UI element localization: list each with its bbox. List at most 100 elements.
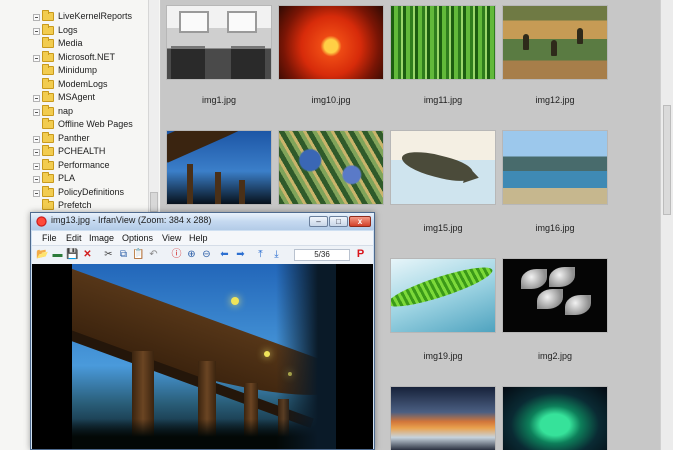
thumbnail-img12[interactable] [503,6,607,79]
folder-icon [42,64,54,75]
menu-file[interactable]: File [42,231,57,245]
expand-toggle-icon[interactable] [33,135,40,143]
thumbnail-img15[interactable] [391,131,495,204]
folder-icon [42,131,54,143]
thumbnail-detail [577,28,583,44]
folder-tree-item[interactable]: PCHEALTH [0,145,150,159]
menu-view[interactable]: View [162,231,181,245]
info-icon[interactable]: ⓘ [170,248,183,261]
folder-icon [42,199,54,210]
expand-toggle-icon[interactable] [33,14,40,21]
folder-icon [42,158,54,170]
folder-tree-list: LiveKernelReports Logs Media Microsoft.NET M… [0,10,150,226]
open-icon[interactable]: 📂 [36,248,49,261]
zoom-out-icon[interactable]: ⊖ [200,248,213,261]
folder-tree-item[interactable]: Logs [0,23,150,38]
thumbnail-detail [537,289,563,309]
thumbnail-img13[interactable] [167,131,271,204]
previous-icon[interactable]: ⬅ [218,248,231,261]
menu-options[interactable]: Options [122,231,153,245]
folder-tree-item[interactable]: Media [0,37,150,51]
maximize-button[interactable]: □ [329,216,348,227]
menu-bar: File Edit Image Options View Help [32,231,373,245]
folder-tree-item[interactable]: PLA [0,172,150,186]
thumbnail-grid-scrollbar[interactable] [660,0,673,450]
thumbnail-img19[interactable] [391,259,495,332]
thumbnail-detail [215,172,221,204]
thumbnail-detail [231,46,265,79]
image-canvas[interactable] [32,264,373,449]
expand-toggle-icon[interactable] [33,149,40,156]
folder-tree-scrollbar-thumb[interactable] [150,192,158,212]
folder-tree-item[interactable]: Panther [0,131,150,146]
thumbnail-image[interactable] [391,387,495,450]
folder-tree-item-label: Offline Web Pages [58,119,133,129]
thumbnail-image[interactable] [503,387,607,450]
first-file-icon[interactable]: ⤒ [254,248,267,261]
folder-tree-item-label: Panther [58,132,90,143]
delete-icon[interactable]: ✕ [81,248,94,261]
thumbnail-detail [187,164,193,204]
folder-tree-item-label: Performance [58,159,110,170]
folder-tree-item-label: PCHEALTH [58,146,106,156]
toolbar: 📂 ▬ 💾 ✕ ✂ ⧉ 📋 ↶ ⓘ ⊕ ⊖ ⬅ ➡ ⤒ ⤓ 5/36 P [32,245,373,265]
expand-toggle-icon[interactable] [33,176,40,183]
copy-icon[interactable]: ⧉ [117,248,130,261]
thumbnail-img10[interactable] [279,6,383,79]
folder-tree-item-label: ModemLogs [58,78,108,89]
paint-icon[interactable]: P [354,248,367,261]
expand-toggle-icon[interactable] [33,95,40,102]
photo-detail [276,264,336,449]
folder-tree-item[interactable]: Offline Web Pages [0,118,150,132]
last-file-icon[interactable]: ⤓ [270,248,283,261]
thumbnail-detail [523,34,529,50]
thumbnail-grid-scrollbar-thumb[interactable] [663,105,671,215]
close-button[interactable]: x [349,216,371,227]
irfanview-app-icon [36,216,47,227]
displayed-photo [72,264,336,449]
expand-toggle-icon[interactable] [33,189,40,197]
thumbnail-img1[interactable] [167,6,271,79]
minimize-button[interactable]: – [309,216,328,227]
folder-tree-item[interactable]: PolicyDefinitions [0,185,150,200]
folder-tree-item-label: LiveKernelReports [58,11,133,21]
folder-tree-item-label: Microsoft.NET [58,51,116,62]
folder-icon [42,118,54,129]
menu-edit[interactable]: Edit [66,231,82,245]
folder-tree-item[interactable]: ModemLogs [0,77,150,92]
expand-toggle-icon[interactable] [33,108,40,116]
thumbnail-img11[interactable] [391,6,495,79]
menu-help[interactable]: Help [189,231,208,245]
folder-tree-item[interactable]: Minidump [0,64,150,78]
thumbnail-detail [391,260,495,314]
folder-tree-item[interactable]: Prefetch [0,199,150,213]
thumbnail-img16[interactable] [503,131,607,204]
cut-icon[interactable]: ✂ [102,248,115,261]
next-icon[interactable]: ➡ [234,248,247,261]
window-titlebar[interactable]: img13.jpg - IrfanView (Zoom: 384 x 288) … [31,213,374,230]
expand-toggle-icon[interactable] [33,27,40,35]
folder-icon [42,104,54,116]
save-icon[interactable]: 💾 [66,248,79,261]
folder-tree-item[interactable]: MSAgent [0,91,150,105]
folder-tree-item[interactable]: nap [0,104,150,119]
thumbnail-img14[interactable] [279,131,383,204]
folder-tree-item[interactable]: LiveKernelReports [0,10,150,24]
zoom-in-icon[interactable]: ⊕ [185,248,198,261]
menu-image[interactable]: Image [89,231,114,245]
folder-tree-item[interactable]: Performance [0,158,150,173]
thumbnail-detail [549,267,575,287]
folder-tree-item-label: Media [58,38,83,48]
undo-icon[interactable]: ↶ [147,248,160,261]
thumbnail-caption: img1.jpg [201,95,237,105]
thumbnail-img2[interactable] [503,259,607,332]
thumbnail-detail [239,180,245,204]
folder-tree-item[interactable]: Microsoft.NET [0,50,150,65]
thumbnail-caption: img11.jpg [423,95,463,105]
expand-toggle-icon[interactable] [33,54,40,62]
thumbnail-detail [551,40,557,56]
slideshow-icon[interactable]: ▬ [51,248,64,261]
paste-icon[interactable]: 📋 [132,248,145,261]
expand-toggle-icon[interactable] [33,162,40,170]
thumbnail-caption: img12.jpg [535,95,575,105]
